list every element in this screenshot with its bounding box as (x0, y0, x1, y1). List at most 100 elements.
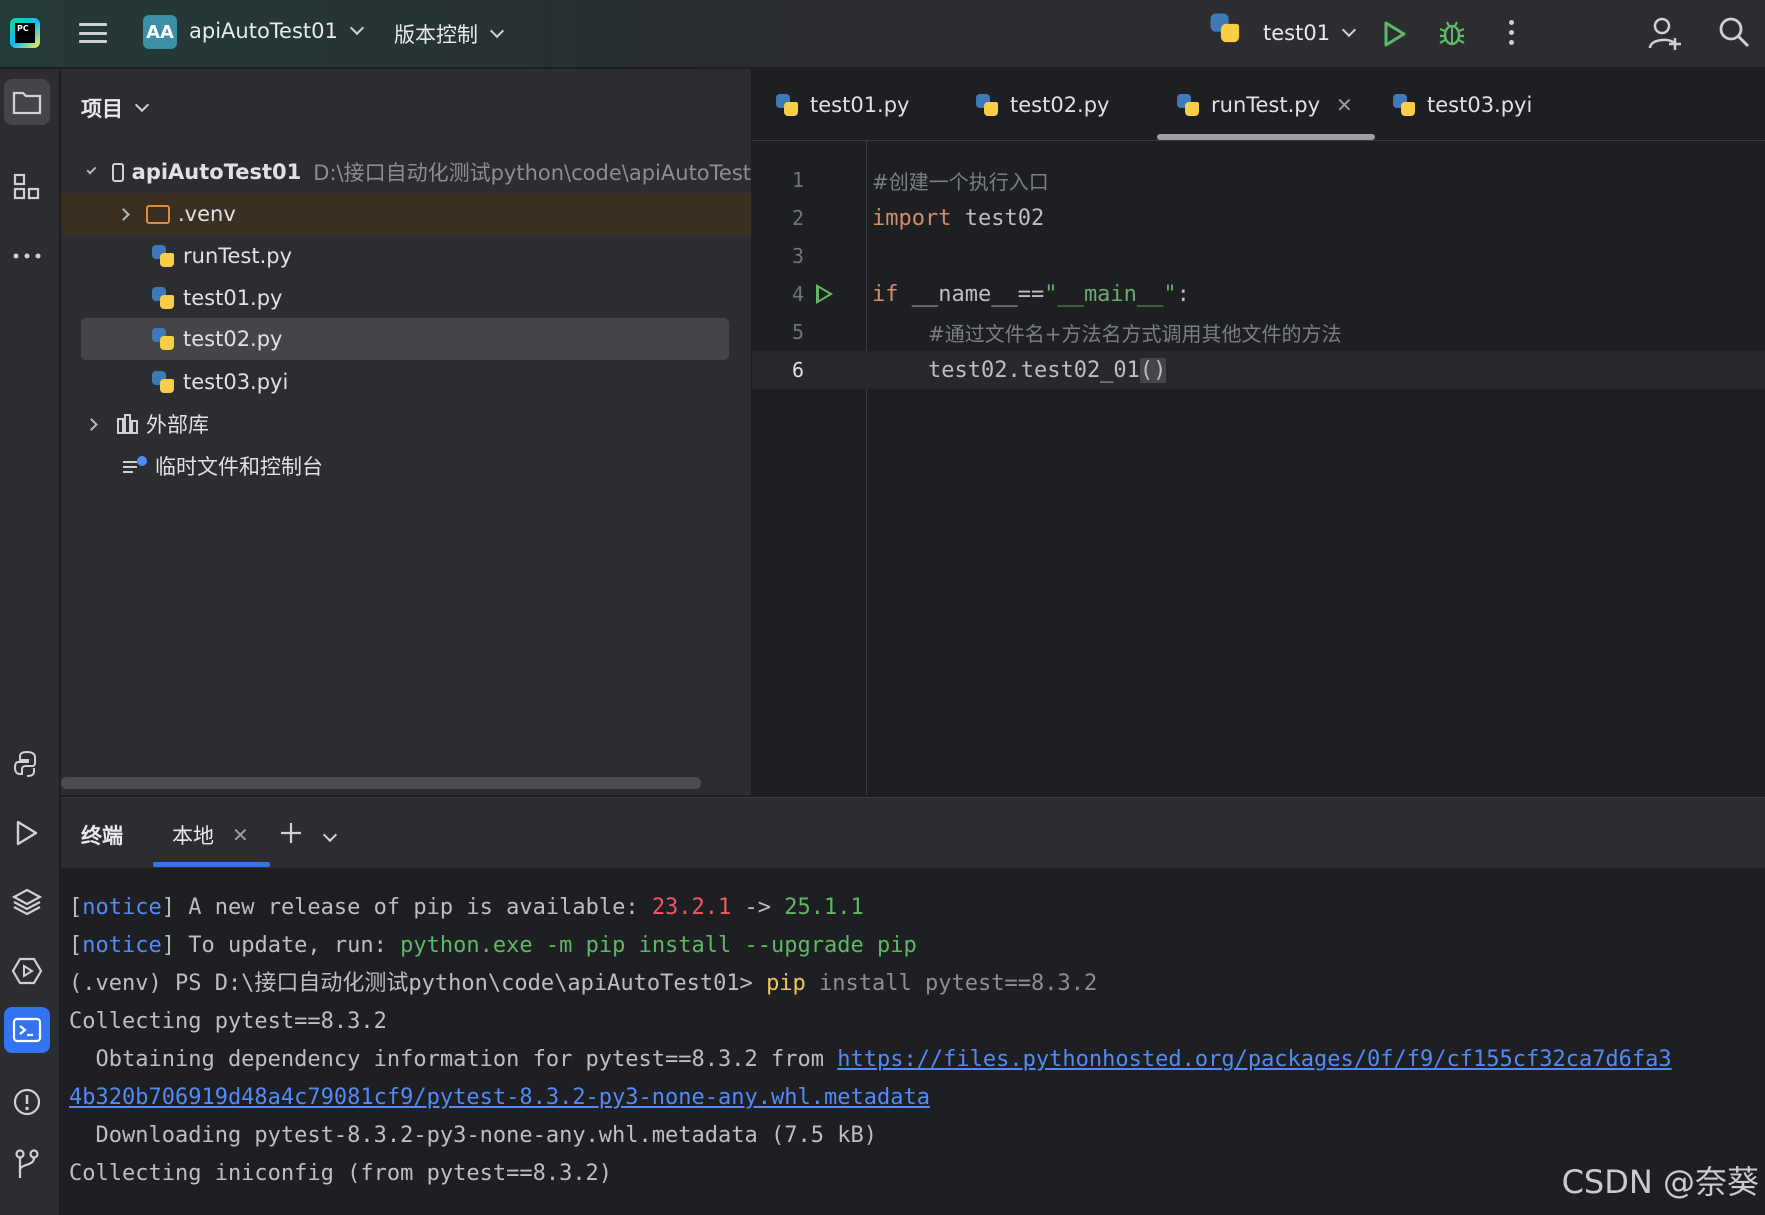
line-number: 5 (791, 320, 804, 344)
code-text: __name__== (898, 281, 1045, 307)
terminal-line: Collecting iniconfig (from pytest==8.3.2… (69, 1161, 613, 1186)
terminal-header: 终端 本地 ✕ (61, 798, 1765, 868)
python-file-icon (152, 245, 174, 267)
active-tab-indicator (153, 862, 270, 867)
python-file-icon (1393, 94, 1415, 116)
terminal-line: Collecting pytest==8.3.2 (69, 1009, 387, 1034)
tab-label: test02.py (1010, 93, 1110, 117)
folder-icon (12, 91, 42, 115)
chevron-down-icon (349, 20, 364, 36)
run-gutter-icon[interactable] (816, 284, 833, 304)
collapse-arrow-icon[interactable] (85, 417, 98, 431)
python-packages-button[interactable] (4, 741, 50, 787)
chevron-down-icon (1341, 22, 1357, 38)
terminal-link[interactable]: 4b320b706919d48a4c79081cf9/pytest-8.3.2-… (69, 1085, 930, 1110)
tab-test03[interactable]: test03.pyi (1393, 69, 1532, 141)
run-tool-button[interactable] (4, 810, 50, 856)
code-line[interactable]: 2 import test02 (752, 199, 1765, 237)
menu-icon (79, 23, 107, 26)
run-button[interactable] (1383, 21, 1407, 47)
layers-tool-button[interactable] (4, 879, 50, 925)
horizontal-scrollbar[interactable] (61, 777, 701, 789)
tree-item-test01[interactable]: test01.py (61, 277, 751, 319)
project-switcher[interactable]: apiAutoTest01 (189, 19, 364, 43)
more-actions-button[interactable] (1509, 20, 1514, 45)
code-keyword: import (872, 205, 952, 231)
tool-window-bar (0, 69, 60, 1215)
run-icon (1384, 21, 1406, 47)
collapse-arrow-icon[interactable] (117, 207, 130, 221)
search-button[interactable] (1718, 16, 1750, 48)
code-parens: () (1139, 357, 1167, 383)
code-line[interactable]: 4 if __name__=="__main__": (752, 275, 1765, 313)
tree-item-test03[interactable]: test03.pyi (61, 361, 751, 403)
close-tab-icon[interactable]: ✕ (1336, 93, 1353, 117)
tree-item-runtest[interactable]: runTest.py (61, 235, 751, 277)
run-config-selector[interactable]: test01 (1210, 13, 1357, 48)
expand-arrow-icon[interactable] (86, 164, 97, 175)
tree-item-external-libs[interactable]: 外部库 (61, 403, 751, 445)
warning-circle-icon (13, 1088, 41, 1116)
editor-tabs: test01.py test02.py runTest.py ✕ test03.… (752, 69, 1765, 141)
debug-button[interactable] (1437, 18, 1467, 48)
chevron-down-icon (134, 97, 150, 113)
services-tool-button[interactable] (4, 948, 50, 994)
tab-test01[interactable]: test01.py (776, 69, 909, 141)
code-line[interactable]: 5 #通过文件名+方法名方式调用其他文件的方法 (752, 313, 1765, 351)
terminal-link[interactable]: https://files.pythonhosted.org/packages/… (837, 1047, 1671, 1072)
search-icon (1719, 17, 1750, 48)
tree-item-test02[interactable]: test02.py (81, 318, 729, 360)
project-panel-header[interactable]: 项目 (81, 93, 150, 123)
terminal-line: Downloading pytest-8.3.2-py3-none-any.wh… (69, 1123, 877, 1148)
tab-test02[interactable]: test02.py (976, 69, 1109, 141)
main-toolbar: PC AA apiAutoTest01 版本控制 test01 (0, 0, 1765, 68)
library-icon (117, 414, 138, 434)
structure-tool-button[interactable] (4, 164, 50, 210)
terminal-tool-button[interactable] (4, 1007, 50, 1053)
code-comment: #创建一个执行入口 (872, 169, 1049, 194)
folder-icon (146, 204, 170, 224)
more-tools-button[interactable] (4, 233, 50, 279)
bug-icon (1439, 21, 1465, 46)
line-number: 2 (791, 206, 804, 230)
pycharm-logo-icon[interactable]: PC (10, 18, 40, 48)
vcs-label: 版本控制 (394, 23, 478, 47)
problems-tool-button[interactable] (4, 1079, 50, 1125)
python-file-icon (152, 328, 174, 350)
terminal-icon (12, 1017, 42, 1043)
terminal-line: 4b320b706919d48a4c79081cf9/pytest-8.3.2-… (69, 1079, 930, 1117)
python-icon (1210, 13, 1250, 53)
project-name: apiAutoTest01 (189, 19, 338, 43)
terminal-tab-local[interactable]: 本地 ✕ (172, 820, 249, 850)
project-panel-title: 项目 (81, 97, 123, 121)
tab-runtest[interactable]: runTest.py ✕ (1177, 69, 1353, 141)
project-badge[interactable]: AA (143, 15, 177, 49)
python-file-icon (1177, 94, 1199, 116)
tree-item-label: test02.py (183, 327, 283, 351)
line-number: 4 (791, 282, 804, 306)
tree-item-label: runTest.py (183, 244, 293, 268)
code-line[interactable]: 3 (752, 237, 1765, 275)
tree-item-venv[interactable]: .venv (61, 193, 751, 235)
terminal-line: Obtaining dependency information for pyt… (69, 1047, 1672, 1072)
terminal-line: [notice] A new release of pip is availab… (69, 895, 864, 920)
project-tool-button[interactable] (4, 79, 50, 125)
git-tool-button[interactable] (4, 1141, 50, 1187)
more-icon (13, 253, 41, 259)
add-icon[interactable] (279, 821, 303, 845)
terminal-line: [notice] To update, run: python.exe -m p… (69, 933, 917, 958)
code-line[interactable]: 1 #创建一个执行入口 (752, 161, 1765, 199)
vcs-menu[interactable]: 版本控制 (394, 19, 505, 49)
chevron-down-icon[interactable] (322, 827, 338, 843)
tab-label: test03.pyi (1427, 93, 1533, 117)
watermark: CSDN @奈葵 (1561, 1163, 1759, 1201)
tree-item-scratches[interactable]: 临时文件和控制台 (61, 445, 751, 487)
code-line-current[interactable]: 6 test02.test02_01() (752, 351, 1765, 389)
code-with-me-button[interactable] (1648, 16, 1682, 50)
tree-root[interactable]: apiAutoTest01 D:\接口自动化测试python\code\apiA… (61, 151, 751, 193)
close-tab-icon[interactable]: ✕ (232, 823, 249, 847)
code-editor: test01.py test02.py runTest.py ✕ test03.… (752, 69, 1765, 795)
main-menu-button[interactable] (78, 18, 108, 48)
tab-label: runTest.py (1211, 93, 1321, 117)
python-console-icon (13, 750, 36, 777)
